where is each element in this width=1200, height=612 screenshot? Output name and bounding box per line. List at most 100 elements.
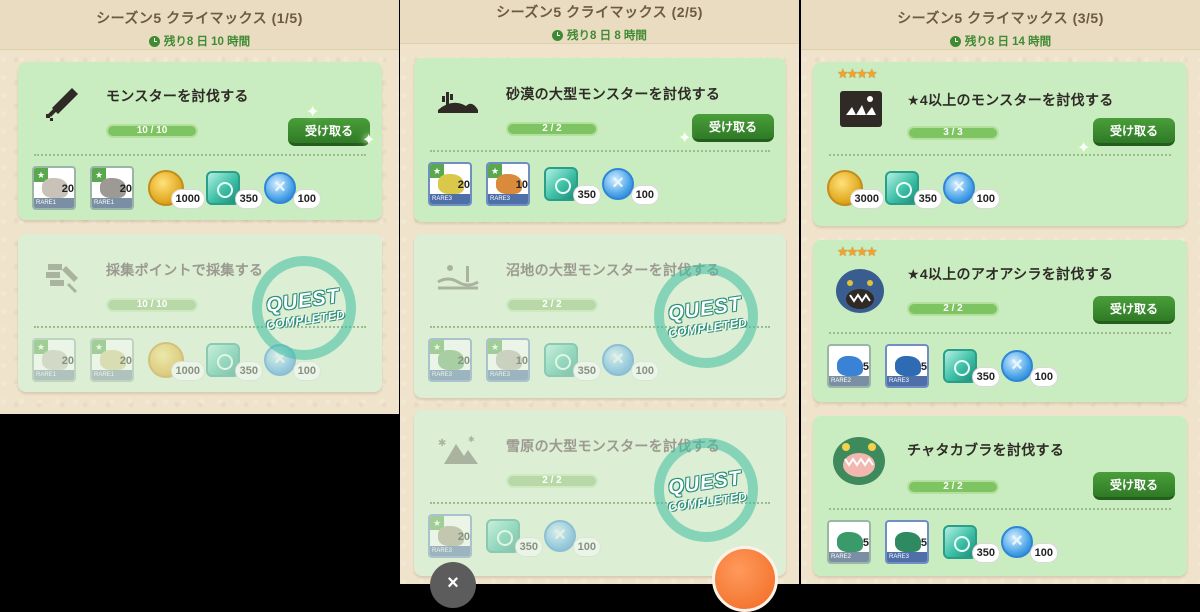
quest-title: 砂漠の大型モンスターを討伐する xyxy=(506,86,721,102)
reward-item: 350 xyxy=(943,344,999,388)
divider xyxy=(430,150,770,152)
panel-title: シーズン5 クライマックス (1/5) xyxy=(96,10,303,26)
quest-title: ★4以上のモンスターを討伐する xyxy=(907,92,1114,108)
reward-item: 1000 xyxy=(148,338,204,382)
reward-item: ★ RARE3 20 xyxy=(428,162,472,206)
menu-fab-button[interactable] xyxy=(712,546,778,612)
panel-title: シーズン5 クライマックス (2/5) xyxy=(496,4,703,20)
time-remaining: 残り8 日 14 時間 xyxy=(949,33,1052,49)
clock-icon xyxy=(949,35,961,47)
reward-item: 100 xyxy=(544,514,600,558)
reward-qty: 20 xyxy=(457,531,470,543)
sparkle-icon: ✦ xyxy=(362,132,376,149)
reward-qty: 20 xyxy=(119,183,132,195)
time-remaining: 残り8 日 10 時間 xyxy=(148,33,251,49)
claim-button[interactable]: 受け取る xyxy=(692,114,774,142)
gem-icon xyxy=(544,167,578,201)
reward-item: 350 xyxy=(544,338,600,382)
quest-title: 採集ポイントで採集する xyxy=(106,262,264,278)
reward-qty: 20 xyxy=(457,355,470,367)
reward-qty: 3000 xyxy=(850,190,883,208)
panel-title: シーズン5 クライマックス (3/5) xyxy=(897,10,1104,26)
quest-card: チャタカブラを討伐する 2 / 2 受け取る RARE2 5 RARE3 5 350… xyxy=(813,416,1187,576)
reward-qty: 100 xyxy=(293,362,320,380)
time-remaining-text: 残り8 日 10 時間 xyxy=(163,36,251,48)
progress-bar: 2 / 2 xyxy=(907,302,999,316)
progress-bar: 3 / 3 xyxy=(907,126,999,140)
quest-card-completed: 採集ポイントで採集する 10 / 10 ★ RARE1 20 ★ RARE1 20 10… xyxy=(18,234,382,392)
reward-qty: 100 xyxy=(631,362,658,380)
quest-title: モンスターを討伐する xyxy=(106,88,249,104)
gem-icon xyxy=(943,349,977,383)
rarity-label: RARE3 xyxy=(887,552,927,562)
reward-qty: 20 xyxy=(61,355,74,367)
panel-header: シーズン5 クライマックス (1/5) 残り8 日 10 時間 xyxy=(0,0,399,50)
divider xyxy=(34,154,366,156)
panel-header: シーズン5 クライマックス (3/5) 残り8 日 14 時間 xyxy=(801,0,1200,50)
reward-list: RARE2 5 RARE3 5 350 100 xyxy=(827,518,1173,566)
quest-card: モンスターを討伐する 10 / 10 受け取る ✦ ✦ ★ RARE1 20 ★ RA… xyxy=(18,62,382,220)
reward-item: 1000 xyxy=(148,166,204,210)
clock-icon xyxy=(148,35,160,47)
reward-qty: 20 xyxy=(61,183,74,195)
gem-icon xyxy=(544,343,578,377)
reward-list: RARE2 5 RARE3 5 350 100 xyxy=(827,342,1173,390)
reward-qty: 10 xyxy=(515,355,528,367)
reward-item: ★ RARE1 20 xyxy=(32,338,76,382)
sparkle-icon: ✦ xyxy=(678,130,692,147)
rarity-label: RARE3 xyxy=(430,546,470,556)
reward-qty: 350 xyxy=(972,544,999,562)
sparkle-icon: ✦ xyxy=(306,104,320,121)
reward-item: ★ RARE3 20 xyxy=(428,514,472,558)
gem-icon xyxy=(486,519,520,553)
gem-icon xyxy=(206,343,240,377)
time-remaining-text: 残り8 日 14 時間 xyxy=(964,36,1052,48)
panel-header: シーズン5 クライマックス (2/5) 残り8 日 8 時間 xyxy=(400,0,799,44)
gem-icon xyxy=(206,171,240,205)
reward-qty: 100 xyxy=(1030,368,1057,386)
chatacabra-icon xyxy=(829,430,889,490)
rarity-label: RARE1 xyxy=(34,198,74,208)
quest-panel-2: シーズン5 クライマックス (2/5) 残り8 日 8 時間 砂漠の大型モンスタ… xyxy=(400,0,799,584)
reward-item: 100 xyxy=(943,166,999,210)
rarity-label: RARE1 xyxy=(92,198,132,208)
rarity-label: RARE3 xyxy=(488,194,528,204)
claim-button[interactable]: 受け取る xyxy=(1093,296,1175,324)
reward-qty: 350 xyxy=(515,538,542,556)
reward-item: ★ RARE3 20 xyxy=(428,338,472,382)
reward-qty: 350 xyxy=(573,186,600,204)
progress-bar: 10 / 10 xyxy=(106,124,198,138)
gem-icon xyxy=(885,171,919,205)
progress-bar: 2 / 2 xyxy=(506,474,598,488)
rarity-label: RARE3 xyxy=(430,370,470,380)
orb-icon xyxy=(602,344,634,376)
quest-panel-1: シーズン5 クライマックス (1/5) 残り8 日 10 時間 モンスターを討伐… xyxy=(0,0,399,414)
orb-icon xyxy=(943,172,975,204)
reward-list: ★RARE120 ★RARE120 1000 350 100 xyxy=(32,164,368,212)
reward-item: RARE3 5 xyxy=(885,344,929,388)
reward-item: 100 xyxy=(602,338,658,382)
reward-qty: 5 xyxy=(862,361,869,373)
reward-qty: 1000 xyxy=(171,362,204,380)
reward-qty: 20 xyxy=(457,179,470,191)
reward-item: 350 xyxy=(486,514,542,558)
claim-button[interactable]: 受け取る xyxy=(288,118,370,146)
material-art xyxy=(895,356,921,376)
reward-qty: 100 xyxy=(573,538,600,556)
reward-item: RARE2 5 xyxy=(827,520,871,564)
claim-button[interactable]: 受け取る xyxy=(1093,118,1175,146)
reward-item: 350 xyxy=(943,520,999,564)
clock-icon xyxy=(552,29,564,41)
progress-bar: 2 / 2 xyxy=(506,298,598,312)
rarity-label: RARE1 xyxy=(92,370,132,380)
monster-fang-icon xyxy=(835,84,887,136)
reward-item: ★ RARE1 20 xyxy=(90,166,134,210)
reward-qty: 100 xyxy=(972,190,999,208)
claim-button[interactable]: 受け取る xyxy=(1093,472,1175,500)
material-art xyxy=(837,356,863,376)
close-button[interactable]: × xyxy=(430,562,476,608)
sword-icon xyxy=(40,82,84,126)
orb-icon xyxy=(1001,526,1033,558)
quest-card: ★★★★ ★4以上のモンスターを討伐する 3 / 3 受け取る ✦ 3000 3… xyxy=(813,62,1187,226)
reward-item: ★ RARE3 10 xyxy=(486,338,530,382)
